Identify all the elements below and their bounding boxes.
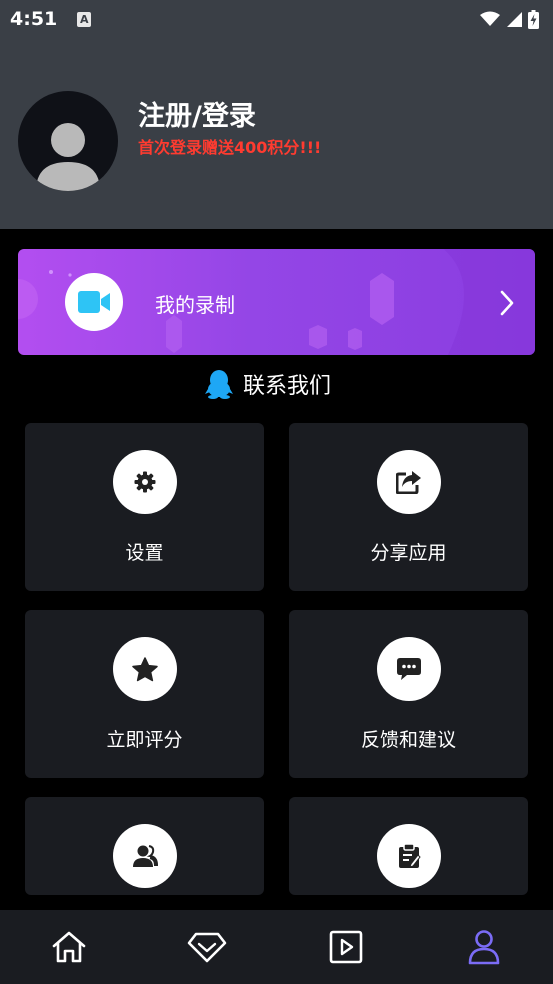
notification-badge: A — [77, 11, 92, 27]
avatar[interactable] — [18, 91, 118, 191]
status-time: 4:51 — [10, 8, 58, 30]
rate-now-label: 立即评分 — [106, 729, 183, 751]
rate-now-card[interactable]: 立即评分 — [25, 610, 264, 778]
gear-icon — [134, 471, 156, 493]
page: 4:51 A 注册/登录 首次登录赠送400积分!!! 我的录制 联系我们 设置… — [0, 0, 553, 984]
settings-card[interactable]: 设置 — [25, 423, 264, 591]
my-recordings-banner[interactable]: 我的录制 — [18, 249, 535, 355]
contact-us[interactable]: 联系我们 — [205, 366, 331, 402]
share-app-card[interactable]: 分享应用 — [289, 423, 528, 591]
play-icon — [329, 930, 362, 964]
home-icon — [52, 931, 86, 963]
user-group-icon-circle — [113, 824, 177, 888]
banner-icon-circle — [65, 273, 123, 331]
login-bonus-text: 首次登录赠送400积分!!! — [138, 138, 322, 157]
my-recordings-label: 我的录制 — [155, 293, 235, 317]
chat-icon — [397, 658, 421, 680]
status-icons — [480, 9, 539, 29]
status-bar: 4:51 A — [0, 0, 553, 38]
wifi-icon — [480, 11, 500, 26]
diamond-icon — [188, 932, 227, 963]
nav-home[interactable] — [0, 910, 138, 984]
star-icon — [132, 656, 158, 681]
user-group-icon — [133, 845, 158, 867]
clipboard-icon-circle — [377, 824, 441, 888]
bottom-nav — [0, 910, 553, 984]
clipboard-card[interactable] — [289, 797, 528, 895]
share-icon-circle — [377, 450, 441, 514]
nav-profile[interactable] — [415, 910, 553, 984]
clipboard-icon — [399, 843, 421, 868]
settings-label: 设置 — [125, 542, 164, 564]
nav-videos[interactable] — [277, 910, 415, 984]
rate-icon-circle — [113, 637, 177, 701]
video-camera-icon — [78, 291, 110, 313]
login-title[interactable]: 注册/登录 — [138, 94, 256, 133]
profile-header: 4:51 A 注册/登录 首次登录赠送400积分!!! — [0, 0, 553, 229]
feedback-card[interactable]: 反馈和建议 — [289, 610, 528, 778]
settings-icon-circle — [113, 450, 177, 514]
about-us-card[interactable] — [25, 797, 264, 895]
battery-charging-icon — [528, 9, 539, 29]
contact-us-label: 联系我们 — [243, 374, 332, 399]
default-user-avatar-icon — [36, 123, 100, 191]
share-app-label: 分享应用 — [370, 542, 447, 564]
signal-icon — [507, 12, 522, 27]
nav-vip[interactable] — [138, 910, 276, 984]
chevron-right-icon — [500, 290, 514, 316]
feedback-icon-circle — [377, 637, 441, 701]
qq-penguin-icon — [205, 370, 233, 399]
profile-icon — [468, 930, 500, 965]
share-icon — [396, 471, 421, 494]
feedback-label: 反馈和建议 — [360, 729, 456, 751]
